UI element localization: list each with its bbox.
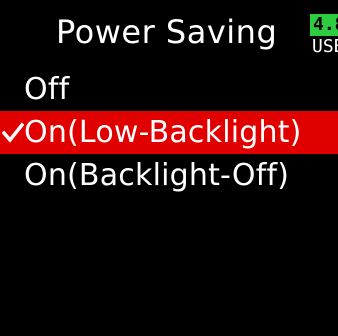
header-bar: Power Saving 4.8 USB	[0, 0, 338, 68]
menu-item-label: On(Low-Backlight)	[24, 115, 302, 150]
menu-item-on-low-backlight[interactable]: On(Low-Backlight)	[0, 111, 338, 154]
menu-item-off[interactable]: Off	[0, 68, 338, 111]
menu-item-label: Off	[24, 72, 70, 107]
power-source-label: USB	[312, 36, 338, 57]
battery-indicator: 4.8 USB	[310, 14, 338, 60]
checkmark-icon	[1, 111, 25, 154]
menu-item-label: On(Backlight-Off)	[24, 158, 290, 193]
menu-item-on-backlight-off[interactable]: On(Backlight-Off)	[0, 154, 338, 197]
power-saving-menu: Off On(Low-Backlight) On(Backlight-Off)	[0, 68, 338, 197]
page-title: Power Saving	[56, 13, 278, 51]
battery-level: 4.8	[310, 14, 338, 36]
